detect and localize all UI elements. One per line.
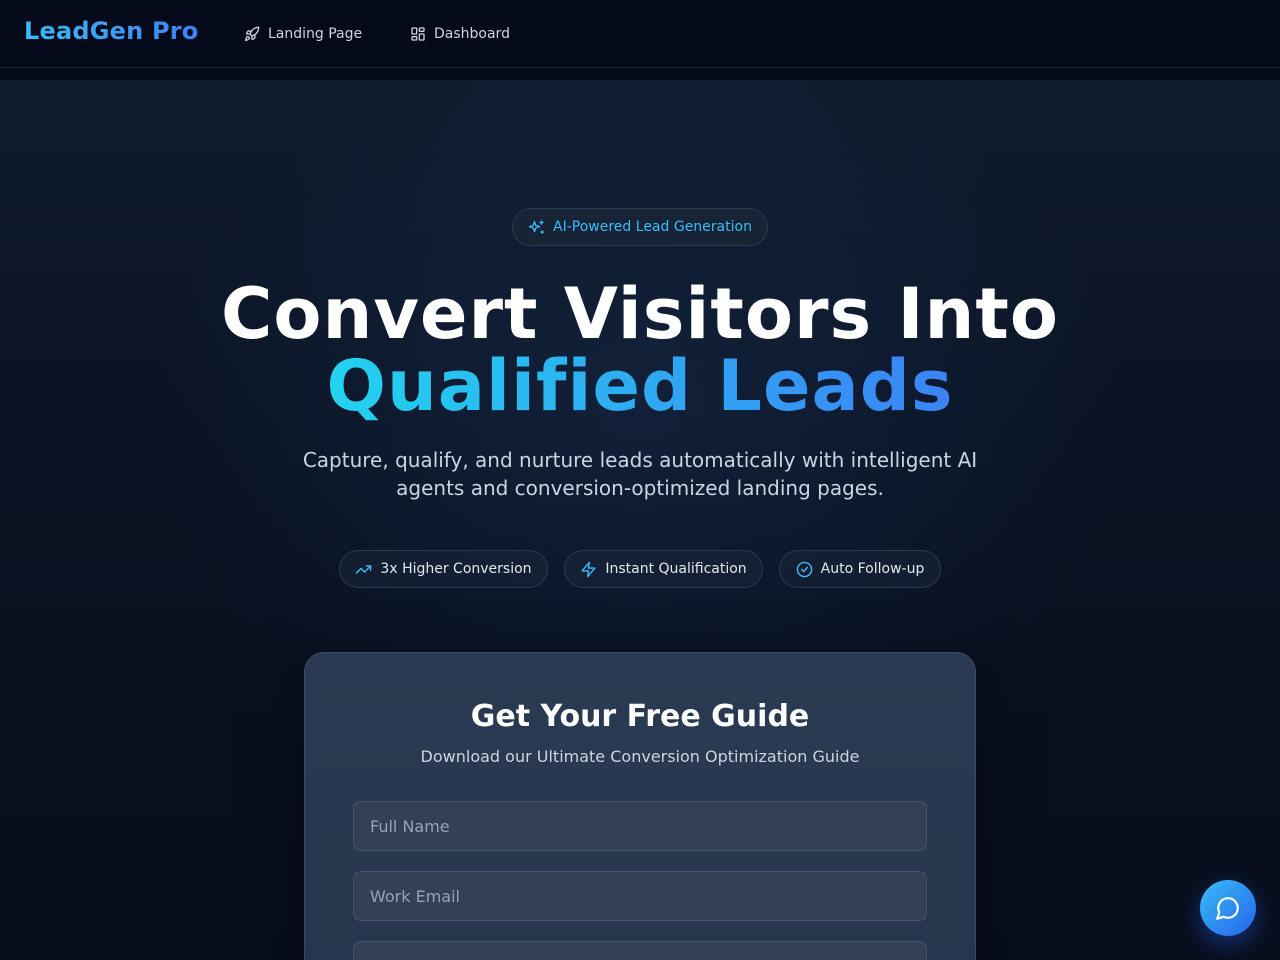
trending-up-icon — [355, 561, 372, 578]
form-title: Get Your Free Guide — [470, 699, 810, 734]
feature-label: Auto Follow-up — [820, 561, 925, 577]
feature-label: Instant Qualification — [605, 561, 747, 577]
rocket-icon — [244, 26, 260, 42]
dashboard-grid-icon — [410, 26, 426, 42]
badge-label: AI-Powered Lead Generation — [553, 219, 752, 235]
feature-pill-follow-up: Auto Follow-up — [779, 550, 941, 588]
form-subtitle: Download our Ultimate Conversion Optimiz… — [420, 747, 860, 766]
check-circle-icon — [796, 561, 813, 578]
ai-powered-badge: AI-Powered Lead Generation — [512, 208, 768, 246]
lead-capture-form-card: Get Your Free Guide Download our Ultimat… — [304, 652, 976, 960]
feature-label: 3x Higher Conversion — [380, 561, 532, 577]
hero-title-line-2: Qualified Leads — [0, 346, 1280, 426]
nav-link-dashboard[interactable]: Dashboard — [410, 22, 510, 46]
hero-title-line-1: Convert Visitors Into — [221, 273, 1059, 355]
third-form-input[interactable] — [353, 941, 927, 960]
work-email-input[interactable] — [353, 871, 927, 921]
chat-bubble-icon — [1215, 895, 1241, 921]
nav-link-label: Landing Page — [268, 26, 363, 42]
feature-pill-conversion: 3x Higher Conversion — [339, 550, 548, 588]
full-name-input[interactable] — [353, 801, 927, 851]
nav-link-landing-page[interactable]: Landing Page — [244, 22, 362, 46]
feature-pill-qualification: Instant Qualification — [564, 550, 763, 588]
top-navigation-bar: LeadGen Pro Landing Page Dashboard — [0, 0, 1280, 68]
sparkles-icon — [528, 219, 545, 236]
lightning-icon — [580, 561, 597, 578]
brand-logo[interactable]: LeadGen Pro — [24, 17, 198, 45]
hero-title-highlight: Qualified Leads — [326, 345, 954, 427]
nav-link-label: Dashboard — [434, 26, 510, 42]
hero-subtitle: Capture, qualify, and nurture leads auto… — [302, 448, 978, 500]
chat-launcher-button[interactable] — [1200, 880, 1256, 936]
